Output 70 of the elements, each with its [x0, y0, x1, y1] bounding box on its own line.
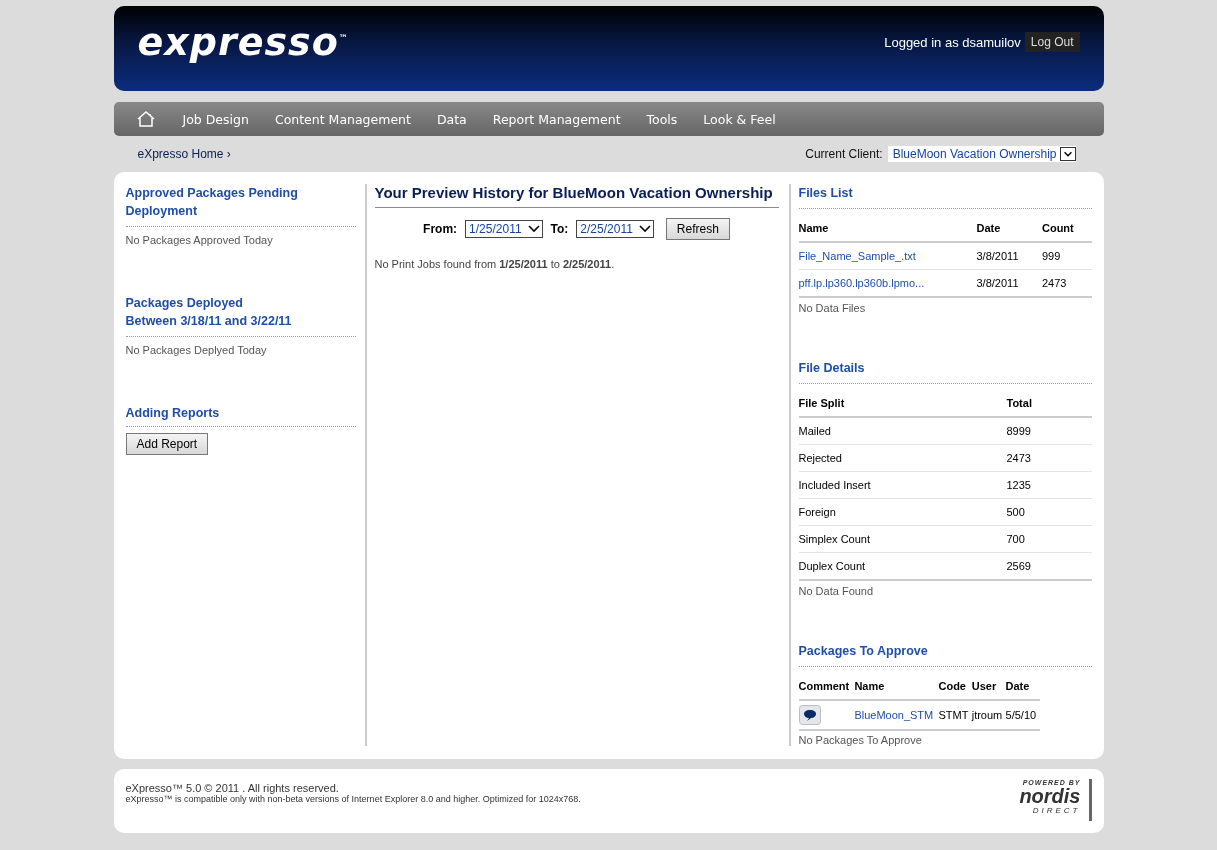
table-cell: Duplex Count	[798, 560, 866, 572]
chevron-down-icon	[527, 224, 540, 234]
dropdown-icon[interactable]	[1059, 147, 1076, 161]
copyright-text: eXpresso™ 5.0 © 2011 . All rights reserved.	[125, 782, 340, 794]
table-cell: 3/8/2011	[976, 250, 1019, 262]
section-title: Files List	[798, 184, 1092, 209]
column-header: Name	[798, 217, 977, 242]
from-select[interactable]: 1/25/2011	[465, 220, 543, 238]
column-header: Date	[976, 217, 1042, 242]
section-title: File Details	[798, 359, 1092, 384]
table-cell: 999	[1042, 250, 1061, 262]
table-cell: Foreign	[798, 506, 836, 518]
from-label: From:	[423, 222, 458, 236]
empty-text: No Packages To Approve	[798, 734, 923, 746]
nav-item[interactable]: Job Design	[169, 111, 262, 127]
column-header: Code	[938, 675, 972, 700]
column-header: Name	[854, 675, 939, 700]
logo[interactable]: expresso$^{™}$	[137, 20, 349, 64]
table-cell: 8999	[1006, 425, 1031, 437]
to-select[interactable]: 2/25/2011	[576, 220, 654, 238]
add-report-button[interactable]: Add Report	[125, 433, 209, 455]
section-title: Packages Deployed Between 3/18/11 and 3/22/11	[125, 295, 293, 330]
table-cell: jtroum	[971, 709, 1003, 721]
table-cell: 2473	[1042, 277, 1067, 289]
nav-item[interactable]: Report Management	[479, 111, 634, 127]
column-header: Count	[1042, 217, 1092, 242]
column-header: Total	[1006, 392, 1092, 417]
section-title: Approved Packages Pending Deployment	[125, 185, 299, 220]
table-cell: 2569	[1006, 560, 1031, 572]
table-cell: 500	[1006, 506, 1025, 518]
nav-item[interactable]: Tools	[633, 111, 691, 127]
table-cell: Mailed	[798, 425, 831, 437]
nav-item[interactable]: Content Management	[261, 111, 424, 127]
status-text: No Packages Approved Today	[125, 226, 356, 246]
empty-text: No Data Files	[798, 302, 867, 314]
column-header: Comment	[798, 675, 855, 700]
logged-in-text: Logged in as dsamuilov	[884, 34, 1021, 50]
chevron-down-icon	[638, 224, 651, 234]
client-select[interactable]: BlueMoon Vacation Ownership	[887, 146, 1076, 162]
breadcrumb-link[interactable]: eXpresso Home ›	[137, 147, 231, 161]
table-cell: 2473	[1006, 452, 1031, 464]
table-cell: 1235	[1006, 479, 1031, 491]
file-link[interactable]: File_Name_Sample_.txt	[798, 250, 916, 262]
column-header: Date	[1005, 675, 1040, 700]
status-message: No Print Jobs found from 1/25/2011 to 2/25/2011.	[374, 258, 616, 270]
comment-icon[interactable]	[798, 705, 821, 725]
package-link[interactable]: BlueMoon_STM	[854, 709, 934, 721]
section-title: Packages To Approve	[798, 642, 1092, 667]
table-cell: 3/8/2011	[976, 277, 1019, 289]
home-icon[interactable]	[135, 110, 156, 128]
table-cell: STMT	[938, 709, 969, 721]
column-header: File Split	[798, 392, 1007, 417]
logout-button[interactable]: Log Out	[1024, 32, 1080, 52]
table-cell: Included Insert	[798, 479, 871, 491]
table-cell: 5/5/10	[1005, 709, 1037, 721]
table-cell: 700	[1006, 533, 1025, 545]
nav-item[interactable]: Data	[423, 111, 480, 127]
column-header: User	[971, 675, 1006, 700]
nav-item[interactable]: Look & Feel	[690, 111, 789, 127]
page-title: Your Preview History for BlueMoon Vacation Ownership	[374, 184, 779, 208]
status-text: No Packages Deplyed Today	[125, 336, 356, 356]
table-cell: Rejected	[798, 452, 842, 464]
refresh-button[interactable]: Refresh	[665, 218, 730, 240]
compatibility-text: eXpresso™ is compatible only with non-beta versions of Internet Explorer 8.0 and higher. Optimized for 1024x768.	[125, 794, 581, 804]
file-link[interactable]: pff.lp.lp360.lp360b.lpmo...	[798, 277, 925, 289]
to-label: To:	[550, 222, 569, 236]
table-cell: Simplex Count	[798, 533, 871, 545]
empty-text: No Data Found	[798, 585, 875, 597]
client-label: Current Client:	[805, 147, 883, 161]
section-title: Adding Reports	[125, 404, 356, 427]
